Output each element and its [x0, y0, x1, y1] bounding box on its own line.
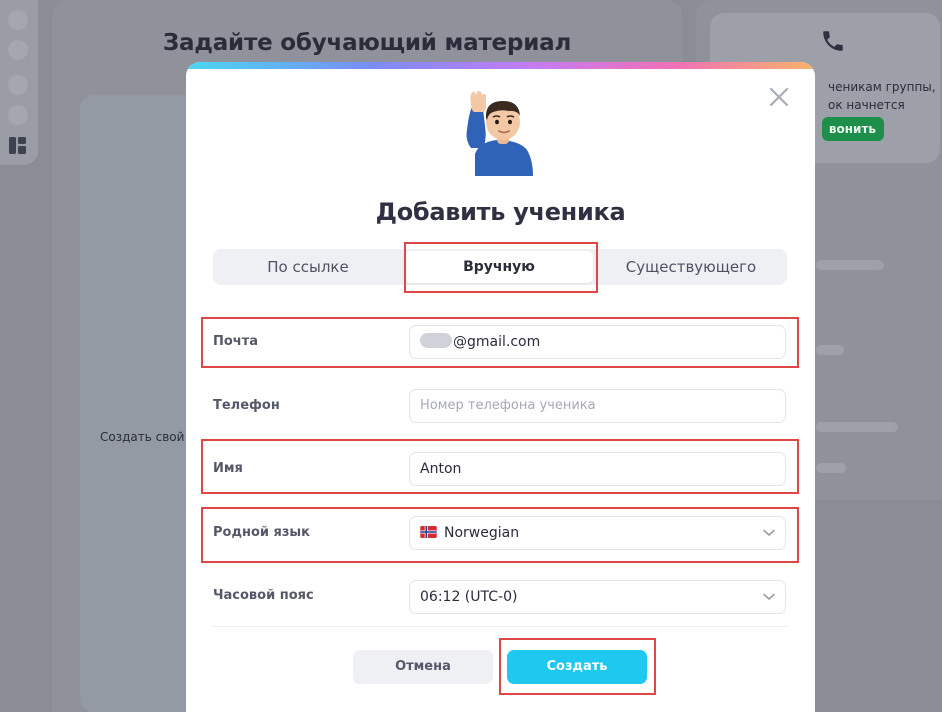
- native-language-label: Родной язык: [213, 525, 310, 540]
- cancel-button[interactable]: Отмена: [353, 650, 493, 684]
- email-label: Почта: [213, 334, 259, 349]
- timezone-value: 06:12 (UTC-0): [420, 589, 518, 605]
- timezone-select[interactable]: 06:12 (UTC-0): [409, 580, 786, 614]
- name-label: Имя: [213, 461, 243, 476]
- chevron-down-icon: [763, 593, 775, 601]
- add-student-modal: Добавить ученика По ссылке Вручную Сущес…: [186, 62, 815, 712]
- placeholder-bar: [816, 345, 844, 355]
- dashboard-icon[interactable]: [9, 137, 26, 154]
- call-button[interactable]: вонить: [822, 117, 884, 141]
- tab-bar: По ссылке Вручную Существующего: [213, 249, 787, 285]
- native-language-select[interactable]: Norwegian: [409, 516, 786, 550]
- tab-by-link[interactable]: По ссылке: [213, 249, 403, 285]
- phone-icon: [823, 31, 843, 51]
- placeholder-bar: [816, 463, 846, 473]
- modal-gradient-bar: [186, 62, 815, 69]
- name-field[interactable]: Anton: [409, 452, 786, 486]
- tab-existing[interactable]: Существующего: [595, 249, 787, 285]
- norway-flag-icon: [420, 526, 437, 538]
- placeholder-bar: [816, 422, 898, 432]
- phone-field[interactable]: Номер телефона ученика: [409, 389, 786, 423]
- modal-title: Добавить ученика: [375, 198, 626, 226]
- create-own-text[interactable]: Создать свой: [100, 430, 184, 444]
- phone-label: Телефон: [213, 398, 280, 413]
- sidebar-dot[interactable]: [8, 40, 28, 60]
- page-title: Задайте обучающий материал: [162, 30, 572, 56]
- redacted-text: [420, 333, 452, 348]
- sidebar-dot[interactable]: [8, 75, 28, 95]
- chevron-down-icon: [763, 529, 775, 537]
- timezone-label: Часовой пояс: [213, 588, 314, 603]
- name-value: Anton: [420, 461, 462, 477]
- call-card-text: ченикам группы,: [828, 80, 936, 94]
- placeholder-bar: [816, 260, 884, 270]
- sidebar-dot[interactable]: [8, 105, 28, 125]
- sidebar-dot[interactable]: [8, 10, 28, 30]
- call-card-text: ок начнется: [828, 98, 905, 112]
- email-field[interactable]: @gmail.com: [409, 325, 786, 359]
- tab-manual[interactable]: Вручную: [405, 251, 593, 283]
- sidebar: [0, 0, 38, 165]
- man-raising-hand-icon: [466, 91, 533, 176]
- divider: [213, 626, 787, 627]
- native-language-value: Norwegian: [444, 525, 520, 541]
- create-button[interactable]: Создать: [507, 650, 647, 684]
- email-value: @gmail.com: [453, 334, 541, 350]
- close-icon[interactable]: [768, 86, 790, 108]
